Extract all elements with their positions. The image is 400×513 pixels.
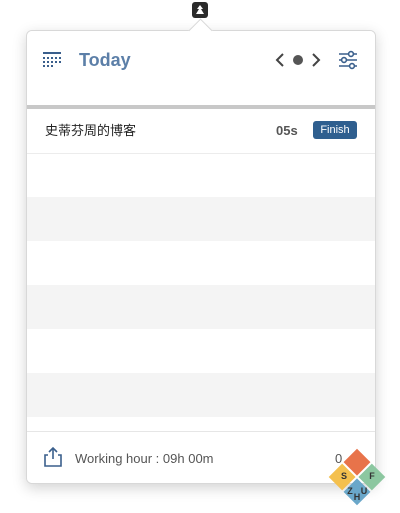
header: Today — [27, 31, 375, 105]
watermark-letter: F — [369, 471, 375, 481]
calendar-grid-icon[interactable] — [41, 49, 63, 71]
list-item — [27, 153, 375, 197]
working-hour-label: Working hour : 09h 00m — [75, 451, 214, 466]
list-item — [27, 329, 375, 373]
page-title: Today — [79, 50, 131, 70]
app-icon[interactable] — [192, 2, 208, 18]
task-elapsed-time: 05s — [276, 123, 298, 138]
list-item — [27, 373, 375, 417]
date-navigation — [273, 48, 323, 72]
task-title: 史蒂芬周的博客 — [45, 123, 137, 138]
list-item — [27, 197, 375, 241]
footer: Working hour : 09h 00m 0 — [27, 431, 375, 483]
list-item — [27, 241, 375, 285]
list-item[interactable]: 史蒂芬周的博客 05s Finish — [27, 109, 375, 154]
watermark-letter: U — [361, 486, 368, 496]
finish-button[interactable]: Finish — [313, 121, 357, 139]
sliders-icon[interactable] — [337, 49, 359, 71]
chevron-right-icon[interactable] — [309, 48, 323, 72]
watermark-letter: S — [341, 471, 347, 481]
list-item — [27, 285, 375, 329]
watermark-letter: H — [354, 492, 361, 502]
share-icon[interactable] — [43, 446, 63, 468]
popover-window: Today 史蒂芬周的博客 05s Finish Working hour: … — [26, 30, 376, 484]
chevron-left-icon[interactable] — [273, 48, 287, 72]
watermark-logo: S F Z H U — [326, 446, 388, 508]
task-list: 史蒂芬周的博客 05s Finish — [27, 109, 375, 429]
dot-icon[interactable] — [293, 55, 303, 65]
watermark-letter: Z — [347, 486, 353, 496]
